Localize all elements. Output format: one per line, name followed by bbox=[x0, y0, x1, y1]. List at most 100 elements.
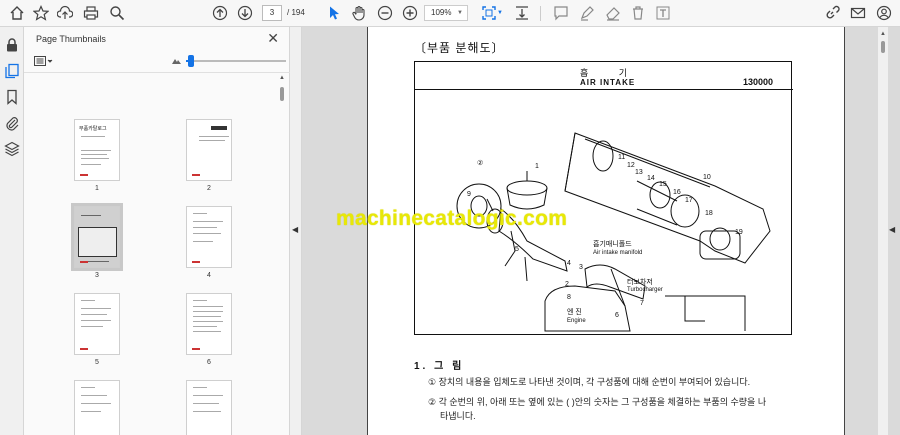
scroll-up-icon[interactable]: ▲ bbox=[279, 75, 285, 81]
next-page-icon[interactable] bbox=[236, 4, 254, 22]
thumbnail-image: 부품카탈로그 bbox=[74, 119, 120, 181]
comment-icon[interactable] bbox=[552, 4, 570, 22]
callout-5: 5 bbox=[515, 246, 519, 253]
zoom-out-icon[interactable] bbox=[376, 4, 394, 22]
layers-icon[interactable] bbox=[4, 141, 20, 157]
lock-icon[interactable] bbox=[4, 37, 20, 53]
callout-10: 10 bbox=[703, 174, 711, 181]
pdf-page: 〔부품 분해도〕 흡 기 AIR INTAKE 130000 1 2 3 4 5… bbox=[367, 27, 845, 435]
callout-7: 7 bbox=[640, 300, 644, 307]
select-cursor-icon[interactable] bbox=[325, 4, 343, 22]
panel-splitter[interactable]: ◀ bbox=[290, 27, 302, 435]
toolbar-divider bbox=[540, 6, 541, 21]
thumbnail-page-3[interactable]: 3 bbox=[71, 203, 123, 279]
scrollbar-thumb[interactable] bbox=[881, 41, 885, 53]
scrollbar-thumb[interactable] bbox=[280, 87, 284, 101]
figure-code: 130000 bbox=[742, 77, 773, 87]
thumbnail-image bbox=[186, 206, 232, 268]
thumbnail-image bbox=[74, 293, 120, 355]
thumbnail-page-5[interactable]: 5 bbox=[72, 293, 122, 366]
thumbnail-page-6[interactable]: 6 bbox=[184, 293, 234, 366]
thumbnail-image bbox=[71, 203, 123, 271]
left-nav-rail bbox=[0, 27, 24, 435]
label-turbocharger-kr: 터보차저 bbox=[627, 277, 653, 286]
paragraph-2: ② 각 순번의 위, 아래 또는 옆에 있는 ( )안의 숫자는 그 구성품을 … bbox=[428, 397, 767, 407]
hand-tool-icon[interactable] bbox=[350, 4, 368, 22]
previous-page-icon[interactable] bbox=[211, 4, 229, 22]
zoom-level-select[interactable]: 109% ▼ bbox=[424, 5, 468, 21]
thumbnail-page-2[interactable]: 2 bbox=[184, 119, 234, 192]
label-intake-manifold-en: Air intake manifold bbox=[593, 250, 642, 256]
print-icon[interactable] bbox=[82, 4, 100, 22]
document-scrollbar[interactable]: ▲ bbox=[878, 27, 888, 435]
home-icon[interactable] bbox=[8, 4, 26, 22]
panel-toolbar bbox=[24, 51, 306, 73]
chevron-down-icon: ▼ bbox=[457, 10, 463, 16]
thumbnail-page-number: 5 bbox=[95, 359, 99, 366]
bookmark-star-icon[interactable] bbox=[32, 4, 50, 22]
thumbnail-options-icon[interactable] bbox=[34, 55, 54, 67]
zoom-in-icon[interactable] bbox=[401, 4, 419, 22]
callout-15: 15 bbox=[659, 181, 667, 188]
page-thumbnails-panel: Page Thumbnails ✕ 부품카탈로그 1 2 3 4 5 6 ▲ bbox=[24, 27, 306, 435]
thumbnail-scrollbar[interactable]: ▲ bbox=[278, 73, 286, 435]
upload-cloud-icon[interactable] bbox=[56, 4, 74, 22]
zoom-level-value: 109% bbox=[431, 8, 452, 17]
thumbnail-size-slider[interactable] bbox=[172, 54, 306, 68]
attachment-paperclip-icon[interactable] bbox=[4, 115, 20, 131]
thumbnail-list: 부품카탈로그 1 2 3 4 5 6 bbox=[24, 74, 290, 435]
thumbnail-page-8[interactable]: 8 bbox=[184, 380, 234, 435]
document-viewer[interactable]: 〔부품 분해도〕 흡 기 AIR INTAKE 130000 1 2 3 4 5… bbox=[302, 27, 900, 435]
thumbnail-page-number: 6 bbox=[207, 359, 211, 366]
expand-right-panel-icon[interactable]: ◀ bbox=[889, 225, 895, 234]
slider-track bbox=[186, 60, 286, 62]
exploded-view-figure: 흡 기 AIR INTAKE 130000 1 2 3 4 5 6 7 8 9 … bbox=[414, 61, 793, 335]
callout-16: 16 bbox=[673, 189, 681, 196]
scroll-mode-icon[interactable] bbox=[513, 4, 531, 22]
thumbnail-page-number: 1 bbox=[95, 185, 99, 192]
thumbnail-page-4[interactable]: 4 bbox=[184, 206, 234, 279]
paragraph-1: ① 장치의 내용을 입체도로 나타낸 것이며, 각 구성품에 대해 순번이 부여… bbox=[428, 377, 751, 387]
text-tool-icon[interactable] bbox=[654, 4, 672, 22]
label-engine-en: Engine bbox=[567, 318, 586, 324]
watermark: machinecatalogic.com bbox=[336, 207, 568, 230]
panel-title: Page Thumbnails bbox=[36, 34, 106, 44]
eraser-icon[interactable] bbox=[604, 4, 622, 22]
thumbnail-page-number: 2 bbox=[207, 185, 211, 192]
highlight-pen-icon[interactable] bbox=[578, 4, 596, 22]
thumbnail-image bbox=[186, 119, 232, 181]
paragraph-2-continued: 타냅니다. bbox=[440, 411, 476, 421]
small-thumbnail-icon bbox=[172, 59, 181, 64]
callout-detail-2: ② bbox=[477, 159, 483, 167]
collapse-panel-icon[interactable]: ◀ bbox=[292, 225, 298, 234]
share-link-icon[interactable] bbox=[823, 4, 841, 22]
thumbnail-page-number: 3 bbox=[95, 272, 99, 279]
page-thumbnails-icon[interactable] bbox=[4, 63, 20, 79]
slider-handle[interactable] bbox=[188, 55, 194, 67]
callout-6: 6 bbox=[615, 312, 619, 319]
thumbnail-cover-title: 부품카탈로그 bbox=[79, 126, 107, 132]
email-icon[interactable] bbox=[849, 4, 867, 22]
thumbnail-page-7[interactable]: 7 bbox=[72, 380, 122, 435]
scroll-up-icon[interactable]: ▲ bbox=[880, 31, 886, 37]
page-number-input[interactable]: 3 bbox=[262, 5, 282, 21]
search-icon[interactable] bbox=[108, 4, 126, 22]
callout-12: 12 bbox=[627, 162, 635, 169]
thumbnail-image bbox=[186, 293, 232, 355]
thumbnail-page-number: 4 bbox=[207, 272, 211, 279]
callout-9: 9 bbox=[467, 191, 471, 198]
callout-3: 3 bbox=[579, 264, 583, 271]
close-icon[interactable]: ✕ bbox=[267, 30, 279, 47]
account-icon[interactable] bbox=[875, 4, 893, 22]
delete-trash-icon[interactable] bbox=[629, 4, 647, 22]
label-turbocharger-en: Turbocharger bbox=[627, 287, 663, 293]
callout-17: 17 bbox=[685, 197, 693, 204]
callout-13: 13 bbox=[635, 169, 643, 176]
thumbnail-page-1[interactable]: 부품카탈로그 1 bbox=[72, 119, 122, 192]
section-heading: 〔부품 분해도〕 bbox=[414, 41, 505, 55]
bookmark-icon[interactable] bbox=[4, 89, 20, 105]
callout-1: 1 bbox=[535, 163, 539, 170]
label-intake-manifold-kr: 흡기매니폴드 bbox=[593, 239, 632, 248]
fit-options-chevron-icon[interactable]: ▼ bbox=[496, 4, 504, 22]
thumbnail-image bbox=[74, 380, 120, 435]
